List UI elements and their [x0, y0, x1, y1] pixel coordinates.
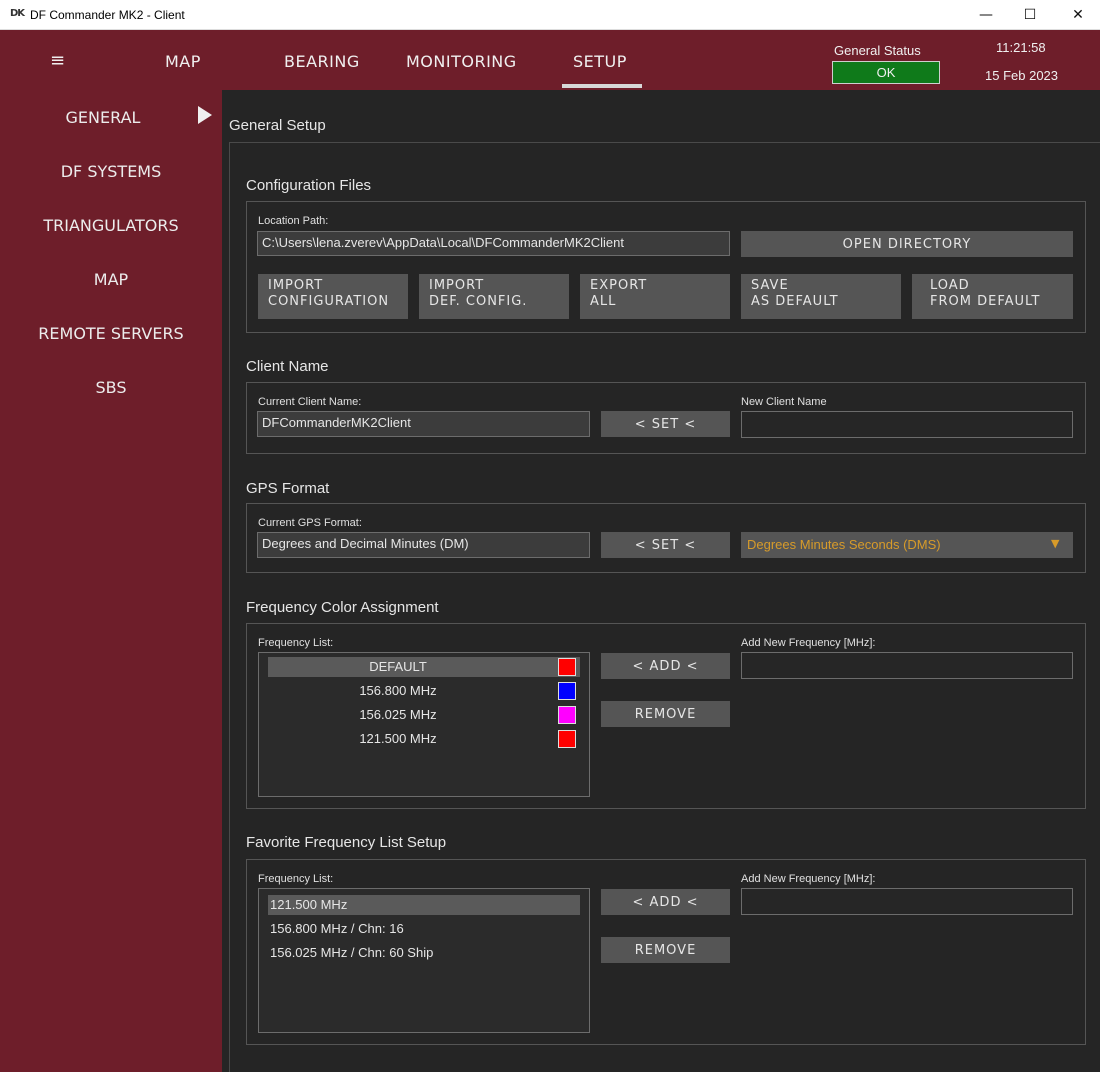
freq-color-item[interactable]: 156.025 MHz [268, 705, 580, 725]
current-gps-format-field: Degrees and Decimal Minutes (DM) [257, 532, 590, 558]
sidebar-item-general[interactable]: GENERAL [0, 108, 222, 127]
top-navigation-bar: ≡ MAP BEARING MONITORING SETUP General S… [0, 30, 1100, 90]
import-configuration-line1: IMPORT [268, 278, 324, 293]
import-default-config-line2: DEF. CONFIG. [429, 294, 528, 309]
tab-map[interactable]: MAP [165, 52, 201, 71]
favorites-list[interactable]: 121.500 MHz 156.800 MHz / Chn: 16 156.02… [258, 888, 590, 1033]
favorite-frequency-item[interactable]: 156.800 MHz / Chn: 16 [268, 919, 580, 939]
location-path-field[interactable]: C:\Users\lena.zverev\AppData\Local\DFCom… [257, 231, 730, 256]
favorite-frequency-item[interactable]: 121.500 MHz [268, 895, 580, 915]
add-favorite-button[interactable]: < ADD < [601, 889, 730, 915]
clock-time: 11:21:58 [996, 40, 1046, 55]
freq-color-list-label: Frequency List: [258, 637, 334, 649]
export-all-line1: EXPORT [590, 278, 648, 293]
remove-favorite-button[interactable]: REMOVE [601, 937, 730, 963]
tab-bearing[interactable]: BEARING [284, 52, 360, 71]
set-gps-format-button[interactable]: < SET < [601, 532, 730, 558]
tab-monitoring[interactable]: MONITORING [406, 52, 517, 71]
freq-color-item[interactable]: 156.800 MHz [268, 681, 580, 701]
load-from-default-line2: FROM DEFAULT [930, 294, 1041, 309]
clock-date: 15 Feb 2023 [985, 68, 1059, 83]
config-files-title: Configuration Files [246, 177, 372, 194]
add-new-frequency-label: Add New Frequency [MHz]: [741, 637, 876, 649]
color-swatch[interactable] [558, 706, 576, 724]
minimize-button[interactable]: — [966, 0, 1006, 30]
location-path-label: Location Path: [258, 215, 329, 227]
save-as-default-button[interactable]: SAVE AS DEFAULT [741, 274, 901, 319]
client-name-title: Client Name [246, 358, 329, 375]
favorite-frequency-item[interactable]: 156.025 MHz / Chn: 60 Ship [268, 943, 580, 963]
remove-freq-color-button[interactable]: REMOVE [601, 701, 730, 727]
page-title: General Setup [229, 117, 326, 134]
import-configuration-button[interactable]: IMPORT CONFIGURATION [258, 274, 408, 319]
import-default-config-line1: IMPORT [429, 278, 485, 293]
current-client-name-label: Current Client Name: [258, 396, 362, 408]
freq-color-list[interactable]: DEFAULT 156.800 MHz 156.025 MHz 121.500 … [258, 652, 590, 797]
freq-color-item-label: 156.800 MHz [359, 683, 437, 698]
save-as-default-line2: AS DEFAULT [751, 294, 839, 309]
sidebar: GENERAL DF SYSTEMS TRIANGULATORS MAP REM… [0, 90, 222, 1072]
active-tab-indicator [562, 84, 642, 88]
chevron-down-icon: ▼ [1051, 537, 1060, 550]
status-badge: OK [832, 61, 940, 84]
export-all-line2: ALL [590, 294, 617, 309]
favorites-title: Favorite Frequency List Setup [246, 834, 447, 851]
load-from-default-line1: LOAD [930, 278, 970, 293]
freq-color-item-label: DEFAULT [369, 659, 427, 674]
favorites-add-new-frequency-input[interactable] [741, 888, 1073, 915]
sidebar-item-df-systems[interactable]: DF SYSTEMS [0, 162, 222, 181]
app-logo-icon: DK [10, 8, 25, 19]
window-titlebar: DK DF Commander MK2 - Client — ☐ ✕ [0, 0, 1100, 30]
active-item-arrow-icon [198, 106, 212, 124]
favorites-add-new-frequency-label: Add New Frequency [MHz]: [741, 873, 876, 885]
freq-color-title: Frequency Color Assignment [246, 599, 439, 616]
maximize-button[interactable]: ☐ [1010, 0, 1050, 30]
sidebar-item-sbs[interactable]: SBS [0, 378, 222, 397]
gps-format-title: GPS Format [246, 480, 330, 497]
set-client-name-button[interactable]: < SET < [601, 411, 730, 437]
sidebar-item-remote-servers[interactable]: REMOTE SERVERS [0, 324, 222, 343]
new-client-name-input[interactable] [741, 411, 1073, 438]
add-new-frequency-input[interactable] [741, 652, 1073, 679]
current-gps-format-label: Current GPS Format: [258, 517, 362, 529]
general-status-label: General Status [834, 43, 921, 58]
save-as-default-line1: SAVE [751, 278, 789, 293]
freq-color-item[interactable]: DEFAULT [268, 657, 580, 677]
gps-format-dropdown-value: Degrees Minutes Seconds (DMS) [747, 537, 941, 552]
open-directory-button[interactable]: OPEN DIRECTORY [741, 231, 1073, 257]
window-title: DF Commander MK2 - Client [30, 8, 185, 22]
color-swatch[interactable] [558, 682, 576, 700]
freq-color-item-label: 121.500 MHz [359, 731, 437, 746]
hamburger-menu-icon[interactable]: ≡ [50, 50, 65, 71]
close-button[interactable]: ✕ [1058, 0, 1098, 30]
freq-color-item-label: 156.025 MHz [359, 707, 437, 722]
load-from-default-button[interactable]: LOAD FROM DEFAULT [912, 274, 1073, 319]
import-configuration-line2: CONFIGURATION [268, 294, 390, 309]
freq-color-item[interactable]: 121.500 MHz [268, 729, 580, 749]
favorites-list-label: Frequency List: [258, 873, 334, 885]
add-freq-color-button[interactable]: < ADD < [601, 653, 730, 679]
color-swatch[interactable] [558, 730, 576, 748]
current-client-name-field: DFCommanderMK2Client [257, 411, 590, 437]
sidebar-item-map[interactable]: MAP [0, 270, 222, 289]
color-swatch[interactable] [558, 658, 576, 676]
export-all-button[interactable]: EXPORT ALL [580, 274, 730, 319]
sidebar-item-triangulators[interactable]: TRIANGULATORS [0, 216, 222, 235]
tab-setup[interactable]: SETUP [573, 52, 627, 71]
new-client-name-label: New Client Name [741, 396, 827, 408]
import-default-config-button[interactable]: IMPORT DEF. CONFIG. [419, 274, 569, 319]
gps-format-dropdown[interactable]: Degrees Minutes Seconds (DMS) ▼ [741, 532, 1073, 558]
